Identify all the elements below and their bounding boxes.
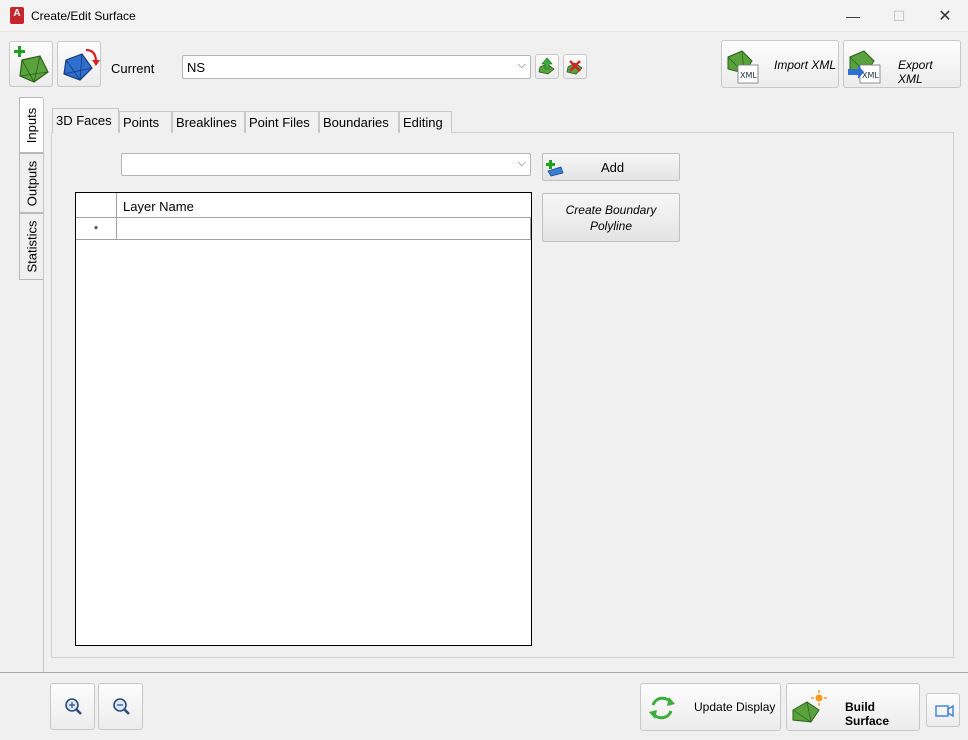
build-surface-button[interactable]: Build Surface [786, 683, 920, 731]
title-bar: A Create/Edit Surface — ☐ ✕ [0, 0, 968, 32]
export-xml-badge: XML [862, 71, 879, 80]
chevron-down-icon: ⌵ [517, 59, 526, 71]
export-xml-icon: XML [848, 50, 881, 84]
tab-boundaries-label: Boundaries [323, 115, 389, 130]
delete-surface-icon [566, 60, 583, 75]
side-tab-inputs-label: Inputs [24, 107, 40, 143]
current-surface-select[interactable]: NS ⌵ [182, 55, 531, 79]
add-layer-button[interactable]: Add [542, 153, 680, 181]
zoom-in-button[interactable] [50, 683, 95, 730]
chevron-down-icon: ⌵ [517, 157, 526, 169]
tab-point-files[interactable]: Point Files [245, 111, 319, 133]
tab-breaklines[interactable]: Breaklines [172, 111, 245, 133]
refresh-icon [649, 696, 675, 720]
close-button[interactable]: ✕ [922, 0, 968, 32]
record-button[interactable] [926, 693, 960, 727]
layer-grid[interactable]: Layer Name * [75, 192, 532, 646]
tab-boundaries[interactable]: Boundaries [319, 111, 399, 133]
side-tab-outputs-label: Outputs [24, 160, 39, 206]
edit-surface-button[interactable] [57, 41, 101, 87]
import-xml-icon: XML [727, 50, 759, 84]
update-display-label: Update Display [694, 700, 776, 714]
create-boundary-polyline-button[interactable]: Create Boundary Polyline [542, 193, 680, 242]
side-tab-inputs[interactable]: Inputs [19, 97, 43, 153]
tab-3d-faces[interactable]: 3D Faces [52, 108, 119, 133]
toolbar: Current NS ⌵ XML Import XML XML Export X… [0, 32, 968, 96]
new-surface-button[interactable] [9, 41, 53, 87]
create-boundary-label-line1: Create Boundary [565, 203, 657, 217]
add-layer-icon [546, 160, 564, 177]
camera-icon [935, 704, 954, 718]
minimize-button[interactable]: — [830, 0, 876, 32]
delete-surface-button[interactable] [563, 54, 587, 79]
tab-3d-faces-label: 3D Faces [56, 113, 112, 128]
side-tab-statistics-label: Statistics [24, 220, 40, 273]
surface-up-icon [538, 57, 555, 75]
update-display-button[interactable]: Update Display [640, 683, 781, 731]
app-icon: A [10, 7, 24, 24]
tab-points[interactable]: Points [119, 111, 172, 133]
build-surface-icon [792, 690, 827, 723]
tab-editing[interactable]: Editing [399, 111, 452, 133]
new-row-layer-cell[interactable] [117, 218, 531, 240]
new-surface-icon [14, 46, 49, 83]
zoom-out-button[interactable] [98, 683, 143, 730]
side-tab-outputs[interactable]: Outputs [19, 153, 43, 213]
add-layer-label: Add [601, 160, 625, 175]
export-xml-button[interactable]: XML Export XML [843, 40, 961, 88]
import-xml-button[interactable]: XML Import XML [721, 40, 839, 88]
build-surface-label: Build Surface [845, 700, 890, 728]
tab-breaklines-label: Breaklines [176, 115, 237, 130]
layer-select[interactable]: ⌵ [121, 153, 531, 176]
current-surface-value: NS [187, 60, 206, 75]
grid-corner-header[interactable] [76, 193, 117, 218]
side-tab-statistics[interactable]: Statistics [19, 213, 43, 280]
import-xml-badge: XML [740, 71, 757, 80]
import-xml-label: Import XML [774, 58, 837, 72]
maximize-button[interactable]: ☐ [876, 0, 922, 32]
current-label: Current [111, 61, 155, 76]
tab-editing-label: Editing [403, 115, 443, 130]
bottom-bar: Update Display Build Surface [0, 672, 968, 740]
export-xml-label: Export XML [898, 58, 933, 86]
surface-up-button[interactable] [535, 54, 559, 79]
layer-name-column-header[interactable]: Layer Name [117, 193, 531, 218]
window-title: Create/Edit Surface [31, 9, 136, 23]
tab-point-files-label: Point Files [249, 115, 310, 130]
edit-surface-icon [63, 48, 100, 81]
zoom-in-icon [65, 698, 82, 715]
tab-points-label: Points [123, 115, 160, 130]
create-boundary-label-line2: Polyline [589, 219, 633, 233]
zoom-out-icon [113, 698, 130, 715]
new-row-header[interactable]: * [76, 218, 117, 240]
